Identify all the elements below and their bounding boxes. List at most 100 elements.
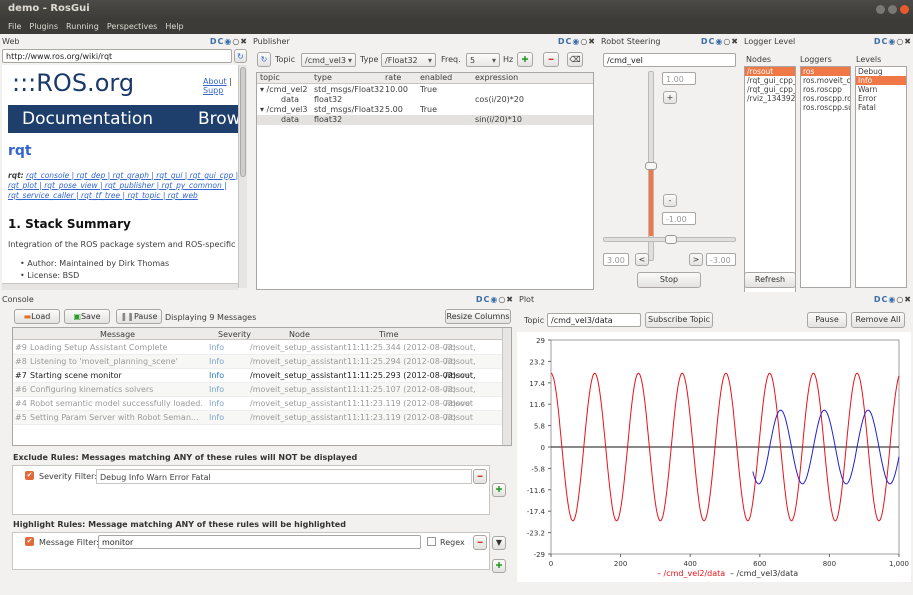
float-icon[interactable]: ○ (498, 294, 505, 306)
max-linear-input[interactable]: 1.00 (662, 72, 696, 85)
level-item[interactable]: Error (856, 94, 906, 103)
float-icon[interactable]: ○ (580, 36, 587, 48)
severity-warn[interactable]: Warn (147, 473, 168, 482)
web-scrollbar[interactable] (238, 65, 247, 288)
linear-velocity-slider[interactable] (645, 71, 657, 261)
node-item[interactable]: /rqt_gui_cpp_ (745, 85, 795, 94)
remove-highlight-filter-button[interactable]: ━ (473, 535, 487, 550)
float-icon[interactable]: ○ (723, 36, 730, 48)
subscribe-topic-button[interactable]: Subscribe Topic (645, 312, 713, 328)
level-item[interactable]: Fatal (856, 103, 906, 112)
help-icon[interactable]: D (558, 36, 565, 48)
menu-perspectives[interactable]: Perspectives (107, 22, 158, 31)
close-icon[interactable]: ✖ (506, 294, 513, 306)
publisher-row[interactable]: ▾ /cmd_vel3 std_msgs/Float32 5.00 True (257, 105, 593, 115)
console-row[interactable]: #5 Setting Param Server with Robot Seman.… (13, 411, 502, 425)
freq-select[interactable]: 5 (466, 53, 500, 67)
console-vscrollbar[interactable] (502, 328, 511, 445)
remove-all-button[interactable]: Remove All (851, 312, 905, 328)
remove-exclude-filter-button[interactable]: ━ (473, 469, 487, 484)
type-select[interactable]: /Float32 (381, 53, 436, 67)
col-time[interactable]: Time (379, 330, 399, 339)
scroll-thumb[interactable] (240, 67, 246, 177)
col-rate[interactable]: rate (385, 73, 401, 82)
float-icon[interactable]: ○ (896, 294, 903, 306)
close-window-button[interactable] (900, 5, 909, 14)
turn-right-button[interactable]: > (689, 253, 703, 266)
steering-topic-input[interactable]: /cmd_vel (603, 53, 736, 67)
add-publisher-button[interactable]: ✚ (517, 52, 533, 67)
level-item[interactable]: Info (856, 76, 906, 85)
col-severity[interactable]: Severity (218, 330, 251, 339)
increase-linear-button[interactable]: + (663, 91, 677, 104)
close-icon[interactable]: ✖ (904, 294, 911, 306)
load-button[interactable]: ▬Load (14, 309, 60, 324)
close-icon[interactable]: ✖ (240, 36, 247, 48)
refresh-nodes-button[interactable]: Refresh (744, 272, 796, 288)
publisher-row[interactable]: ▾ /cmd_vel2 std_msgs/Float32 10.00 True (257, 85, 593, 95)
min-linear-input[interactable]: -1.00 (662, 212, 696, 225)
package-link-list[interactable]: rqt_console | rqt_dep | rqt_graph | rqt_… (8, 171, 238, 200)
severity-fatal[interactable]: Fatal (192, 473, 211, 482)
linear-velocity-handle[interactable] (645, 162, 657, 170)
filter-menu-button[interactable]: ▼ (492, 536, 506, 550)
max-angular-input[interactable]: 3.00 (603, 253, 629, 266)
support-link[interactable]: Supp (203, 86, 223, 95)
reload-icon[interactable]: C (565, 36, 571, 48)
logger-item[interactable]: ros.roscpp.ro (801, 94, 850, 103)
topic-select[interactable]: /cmd_vel3 (301, 53, 356, 67)
settings-icon[interactable]: ◉ (715, 36, 722, 48)
add-exclude-filter-button[interactable]: ✚ (492, 483, 506, 497)
settings-icon[interactable]: ◉ (572, 36, 579, 48)
severity-debug[interactable]: Debug (100, 473, 126, 482)
help-icon[interactable]: D (874, 294, 881, 306)
settings-icon[interactable]: ◉ (224, 36, 231, 48)
level-item[interactable]: Debug (856, 67, 906, 76)
severity-options[interactable]: Debug Info Warn Error Fatal (96, 469, 472, 484)
console-row[interactable]: #8 Listening to 'moveit_planning_scene' In… (13, 355, 502, 380)
col-message[interactable]: Message (100, 330, 135, 339)
level-item[interactable]: Warn (856, 85, 906, 94)
menu-plugins[interactable]: Plugins (29, 22, 58, 31)
remove-publisher-button[interactable]: ━ (543, 52, 559, 67)
minimize-button[interactable] (876, 5, 885, 14)
menu-help[interactable]: Help (165, 22, 183, 31)
menu-file[interactable]: File (8, 22, 21, 31)
maximize-button[interactable] (888, 5, 897, 14)
levels-list[interactable]: Debug Info Warn Error Fatal (855, 66, 907, 288)
plot-canvas[interactable]: 29 23.2 17.4 11.6 5.8 0 -5.8 -11.6 -17.4 -23.2 -29… (517, 332, 911, 582)
settings-icon[interactable]: ◉ (888, 36, 895, 48)
angular-velocity-handle[interactable] (665, 235, 677, 244)
logger-item[interactable]: ros.roscpp (801, 85, 850, 94)
node-item[interactable]: /rosout (745, 67, 795, 76)
logger-item[interactable]: ros (801, 67, 850, 76)
reload-icon[interactable]: C (217, 36, 223, 48)
nodes-list[interactable]: /rosout/rqt_gui_cpp_/rqt_gui_cpp_/rviz_1… (744, 66, 796, 292)
menu-running[interactable]: Running (66, 22, 99, 31)
reload-icon[interactable]: C (483, 294, 489, 306)
angular-velocity-slider[interactable] (603, 235, 736, 244)
col-expression[interactable]: expression (475, 73, 518, 82)
reload-icon[interactable]: C (881, 294, 887, 306)
col-enabled[interactable]: enabled (420, 73, 452, 82)
url-input[interactable]: http://www.ros.org/wiki/rqt (2, 49, 232, 63)
float-icon[interactable]: ○ (896, 36, 903, 48)
nav-documentation[interactable]: Documentation (22, 109, 153, 129)
reload-icon[interactable]: C (708, 36, 714, 48)
clear-button[interactable]: ⌫ (567, 52, 583, 67)
publisher-row[interactable]: data float32 sin(i/20)*10 (257, 115, 593, 125)
node-item[interactable]: /rviz_134392 (745, 94, 795, 103)
help-icon[interactable]: D (874, 36, 881, 48)
help-icon[interactable]: D (210, 36, 217, 48)
save-button[interactable]: ▣Save (64, 309, 110, 324)
plot-topic-input[interactable]: /cmd_vel3/data (547, 313, 641, 327)
turn-left-button[interactable]: < (635, 253, 649, 266)
reload-icon[interactable]: C (881, 36, 887, 48)
settings-icon[interactable]: ◉ (490, 294, 497, 306)
stop-button[interactable]: Stop (637, 272, 701, 288)
message-filter-input[interactable]: monitor (98, 535, 421, 549)
logger-item[interactable]: ros.roscpp.su (801, 103, 850, 112)
col-type[interactable]: type (314, 73, 332, 82)
min-angular-input[interactable]: -3.00 (706, 253, 736, 266)
node-item[interactable]: /rqt_gui_cpp_ (745, 76, 795, 85)
